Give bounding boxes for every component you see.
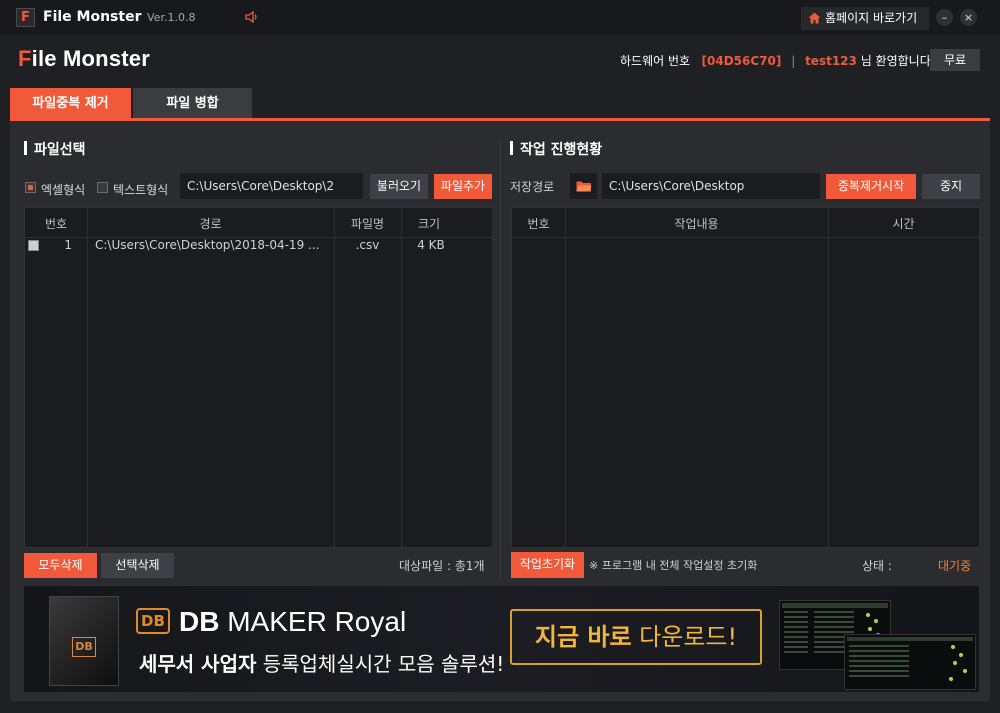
panel-divider — [500, 138, 501, 580]
stop-button[interactable]: 중지 — [922, 174, 980, 199]
brand-rest: ile Monster — [31, 46, 150, 71]
reset-button[interactable]: 작업초기화 — [511, 552, 584, 578]
row-path: C:\Users\Core\Desktop\2018-04-19 ... — [95, 238, 320, 252]
ad-banner[interactable]: DB DB DB MAKER Royal 세무서 사업자 등록업체실시간 모음 … — [24, 586, 979, 692]
banner-title-bold: DB — [179, 606, 220, 637]
minimize-button[interactable]: – — [936, 9, 953, 26]
col-header-path: 경로 — [199, 217, 222, 231]
excel-radio-icon — [25, 182, 36, 193]
row-size: 4 KB — [417, 238, 445, 252]
col-header-no: 번호 — [527, 217, 550, 231]
text-radio-icon — [97, 182, 108, 193]
banner-title-rest: MAKER Royal — [219, 606, 407, 637]
welcome-text: 님 환영합니다. — [860, 54, 935, 68]
status-label: 상태 : — [862, 559, 892, 573]
tab-dedupe[interactable]: 파일중복 제거 — [10, 88, 131, 119]
download-now-button[interactable]: 지금 바로 다운로드! — [510, 609, 762, 665]
user-id: test123 — [805, 54, 857, 68]
screenshot-preview-image-2 — [844, 634, 976, 690]
brand-first-letter: F — [18, 46, 32, 71]
source-path-input[interactable]: C:\Users\Core\Desktop\2 — [180, 173, 363, 199]
add-file-button[interactable]: 파일추가 — [434, 174, 492, 199]
product-box-image: DB — [49, 596, 119, 686]
save-path-input[interactable]: C:\Users\Core\Desktop — [602, 173, 820, 199]
hardware-id: [04D56C70] — [701, 54, 782, 68]
title-bar: F File Monster Ver.1.0.8 홈페이지 바로가기 – × — [0, 0, 1000, 35]
col-header-task: 작업내용 — [674, 217, 719, 231]
excel-format-option[interactable]: 엑셀형식 — [25, 181, 85, 198]
homepage-button[interactable]: 홈페이지 바로가기 — [801, 7, 929, 30]
col-header-size: 크기 — [417, 217, 441, 231]
separator: | — [791, 54, 796, 68]
start-dedupe-button[interactable]: 중복제거시작 — [826, 174, 916, 199]
app-version: Ver.1.0.8 — [147, 11, 196, 24]
col-header-time: 시간 — [892, 217, 915, 231]
target-count: 총1개 — [454, 559, 485, 573]
hardware-label: 하드웨어 번호 — [620, 54, 691, 68]
file-table: 번호 경로 파일명 크기 — [24, 207, 493, 548]
target-label: 대상파일 : — [399, 559, 455, 573]
db-logo-icon: DB — [136, 608, 170, 634]
account-info: 하드웨어 번호 [04D56C70] | test123 님 환영합니다. — [620, 52, 935, 69]
text-format-label: 텍스트형식 — [113, 183, 169, 197]
row-checkbox[interactable] — [28, 240, 39, 251]
col-header-no: 번호 — [44, 217, 68, 231]
status-value: 대기중 — [938, 559, 972, 573]
close-button[interactable]: × — [960, 9, 977, 26]
col-header-filename: 파일명 — [350, 217, 385, 231]
progress-table: 번호 작업내용 시간 — [511, 207, 980, 548]
file-select-title: 파일선택 — [24, 139, 86, 159]
text-format-option[interactable]: 텍스트형식 — [97, 181, 168, 198]
banner-sub-rest: 등록업체실시간 모음 솔루션! — [256, 652, 505, 676]
folder-icon — [576, 181, 592, 192]
cta-bold: 지금 바로 — [534, 623, 632, 651]
tab-merge[interactable]: 파일 병합 — [133, 88, 252, 119]
row-no: 1 — [64, 238, 72, 252]
progress-title: 작업 진행현황 — [510, 139, 602, 159]
row-filename: .csv — [355, 238, 380, 252]
box-logo: DB — [72, 637, 96, 657]
folder-open-button[interactable] — [570, 173, 597, 199]
delete-all-button[interactable]: 모두삭제 — [24, 553, 97, 578]
banner-sub-bold: 세무서 사업자 — [139, 652, 257, 676]
banner-subtitle: 세무서 사업자 등록업체실시간 모음 솔루션! — [139, 648, 504, 677]
home-icon — [808, 12, 821, 24]
delete-selected-button[interactable]: 선택삭제 — [101, 553, 174, 578]
plan-button[interactable]: 무료 — [930, 49, 980, 71]
save-path-label: 저장경로 — [510, 180, 555, 194]
speaker-icon[interactable] — [245, 10, 259, 26]
app-name: File Monster — [43, 9, 142, 25]
reset-note: ※ 프로그램 내 전체 작업설정 초기화 — [589, 559, 758, 572]
homepage-button-label: 홈페이지 바로가기 — [825, 11, 918, 25]
app-logo-icon: F — [16, 8, 35, 27]
load-button[interactable]: 불러오기 — [370, 174, 428, 199]
excel-format-label: 엑셀형식 — [41, 183, 86, 197]
brand-logo: File Monster — [18, 46, 150, 72]
banner-title: DB MAKER Royal — [179, 606, 406, 638]
target-file-count: 대상파일 : 총1개 — [399, 557, 485, 574]
cta-rest: 다운로드! — [631, 623, 738, 651]
